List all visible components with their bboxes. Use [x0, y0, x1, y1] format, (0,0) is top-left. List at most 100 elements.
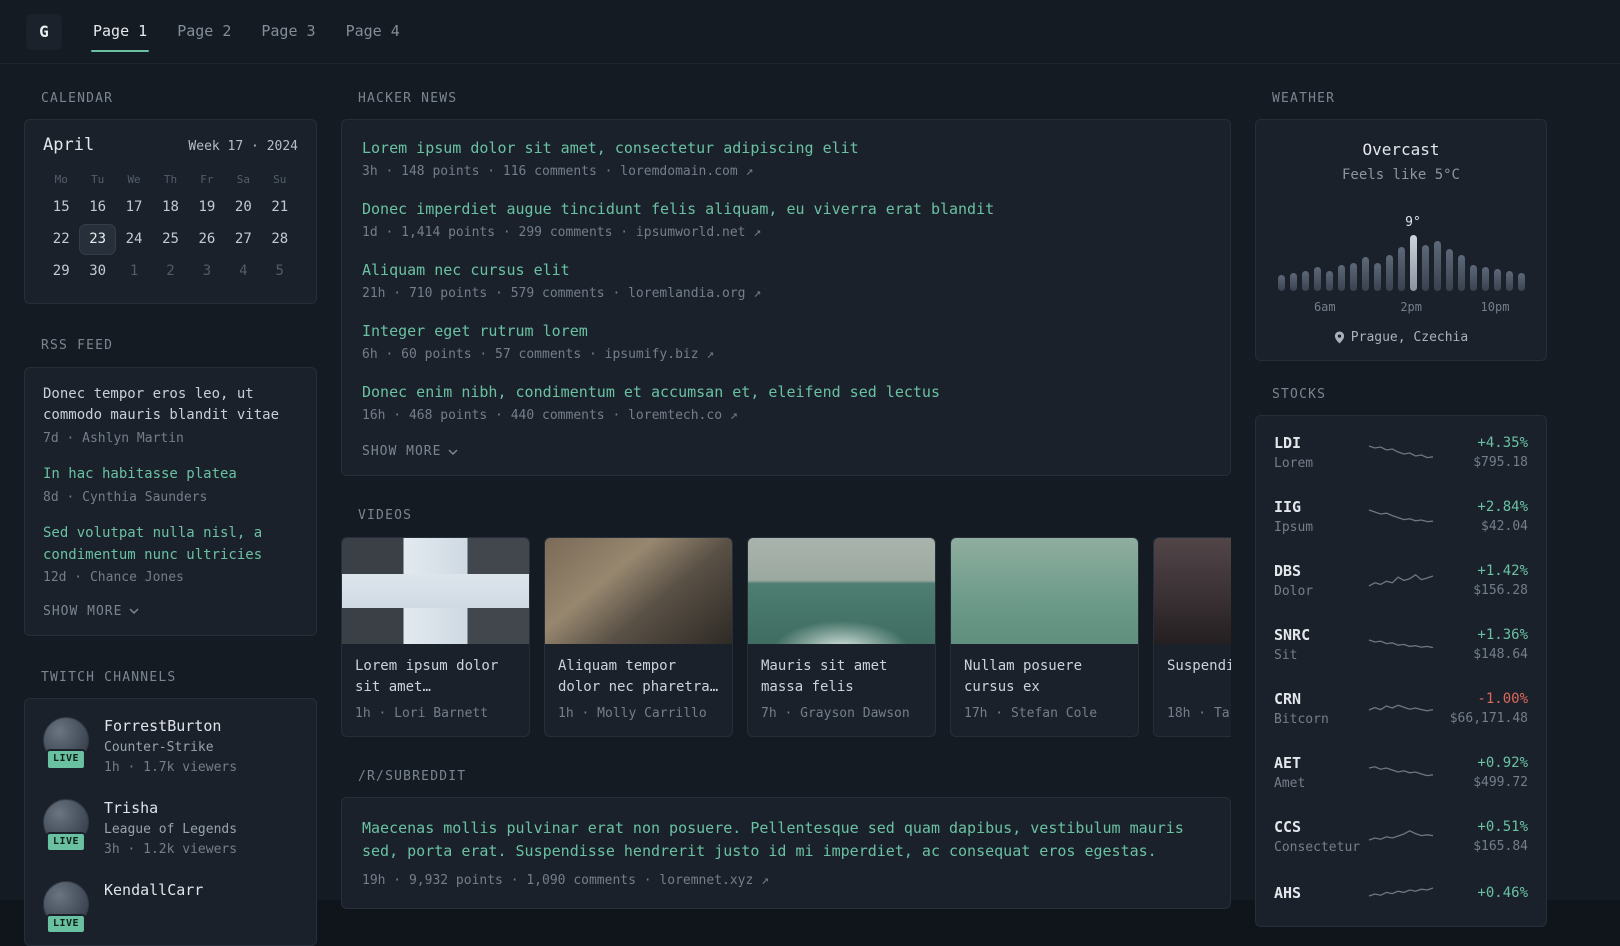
stock-id: LDI Lorem — [1274, 434, 1368, 472]
day-of-week-label: Fr — [200, 172, 214, 186]
rss-item-link[interactable]: Donec tempor eros leo, ut commodo mauris… — [43, 384, 298, 427]
stocks-section-title: STOCKS — [1272, 387, 1327, 402]
news-meta: 6h · 60 points · 57 comments · ipsumify.… — [362, 347, 715, 362]
calendar-day: 5 — [275, 263, 284, 279]
day-of-week-label: We — [127, 172, 141, 186]
stock-name: Sit — [1274, 648, 1298, 663]
video-thumbnail[interactable] — [748, 537, 935, 644]
news-title-link[interactable]: Integer eget rutrum lorem — [362, 322, 1210, 341]
weather-hour-bar — [1373, 262, 1381, 291]
video-thumbnail[interactable] — [342, 537, 529, 644]
stock-price: $42.04 — [1481, 519, 1528, 535]
stock-row[interactable]: AET Amet +0.92% $499.72 — [1272, 741, 1530, 805]
rss-item-link[interactable]: In hac habitasse platea — [43, 464, 298, 486]
calendar-day: 24 — [125, 231, 143, 247]
twitch-channel[interactable]: LIVE ForrestBurton Counter-Strike 1h · 1… — [43, 716, 298, 776]
calendar-widget: April Week 17 · 2024 Mo Tu We Th Fr Sa Su 15 16… — [24, 119, 317, 305]
app-logo[interactable]: G — [26, 13, 62, 50]
stock-row[interactable]: CRN Bitcorn -1.00% $66,171.48 — [1272, 677, 1530, 741]
subreddit-section: /R/SUBREDDIT Maecenas mollis pulvinar er… — [341, 769, 1231, 909]
video-thumbnail[interactable] — [951, 537, 1138, 644]
hacker-news-section-title: HACKER NEWS — [358, 91, 458, 106]
stock-price: $499.72 — [1473, 775, 1528, 791]
weather-hour-bar — [1433, 240, 1441, 291]
calendar-day: 3 — [202, 263, 212, 279]
weather-hour-bar — [1361, 256, 1369, 291]
stock-row[interactable]: CCS Consectetur +0.51% $165.84 — [1272, 805, 1530, 869]
video-thumbnail[interactable] — [1154, 537, 1231, 644]
hacker-news-list: Lorem ipsum dolor sit amet, consectetur … — [362, 139, 1210, 424]
video-card[interactable]: Aliquam tempor dolor nec pharetra… 1h · … — [544, 536, 733, 737]
rss-show-more-button[interactable]: SHOW MORE — [43, 604, 139, 619]
twitch-channel[interactable]: LIVE Trisha League of Legends 3h · 1.2k … — [43, 799, 298, 858]
calendar-day: 25 — [162, 231, 179, 247]
videos-section: VIDEOS Lorem ipsum dolor sit amet consec… — [341, 508, 1231, 737]
video-card[interactable]: Mauris sit amet massa felis 7h · Grayson… — [747, 536, 936, 737]
stock-row[interactable]: AHS +0.46% — [1272, 869, 1530, 921]
rss-item-link[interactable]: Sed volutpat nulla nisl, a condimentum n… — [43, 523, 298, 566]
stock-values: +4.35% $795.18 — [1434, 435, 1528, 472]
stock-change: +4.35% — [1477, 434, 1528, 451]
page-tab[interactable]: Page 3 — [246, 0, 330, 63]
video-thumbnail[interactable] — [545, 537, 732, 644]
page-tab[interactable]: Page 4 — [331, 0, 415, 63]
live-badge: LIVE — [45, 749, 87, 770]
rss-item: In hac habitasse platea 8d · Cynthia Sau… — [43, 464, 298, 506]
stock-values: +1.42% $156.28 — [1434, 563, 1528, 600]
live-badge: LIVE — [45, 913, 87, 935]
stocks-section: STOCKS LDI Lorem +4.35% $795.18 IIG Ipsu… — [1255, 387, 1547, 928]
stock-sparkline — [1368, 568, 1434, 594]
stock-name: Lorem — [1274, 456, 1314, 471]
sparkline-svg — [1368, 445, 1434, 459]
video-title[interactable]: Mauris sit amet massa felis — [761, 656, 922, 698]
stock-sparkline — [1368, 504, 1434, 530]
news-title-link[interactable]: Aliquam nec cursus elit — [362, 261, 1210, 280]
video-title[interactable]: Suspendisse diam — [1167, 656, 1231, 698]
news-title-link[interactable]: Donec imperdiet augue tincidunt felis al… — [362, 200, 1210, 219]
news-meta: 16h · 468 points · 440 comments · loremt… — [362, 408, 738, 423]
dashboard: CALENDAR April Week 17 · 2024 Mo Tu We Th Fr… — [0, 64, 1620, 946]
chevron-down-icon — [129, 608, 139, 615]
stock-values: +0.51% $165.84 — [1434, 819, 1528, 856]
news-title-link[interactable]: Lorem ipsum dolor sit amet, consectetur … — [362, 139, 1210, 158]
chevron-down-icon — [448, 449, 458, 455]
right-column: WEATHER Overcast Feels like 5°C 9° 6am 2p… — [1255, 91, 1547, 928]
page-tab[interactable]: Page 1 — [78, 0, 162, 63]
stock-row[interactable]: SNRC Sit +1.36% $148.64 — [1272, 613, 1530, 677]
weather-hour-bar — [1469, 264, 1477, 291]
channel-avatar-wrap: LIVE — [43, 881, 89, 935]
page-tab[interactable]: Page 2 — [162, 0, 246, 63]
video-card[interactable]: Lorem ipsum dolor sit amet consectetu… 1… — [341, 536, 530, 737]
rss-show-more-label: SHOW MORE — [43, 603, 123, 619]
twitch-channel[interactable]: LIVE KendallCarr — [43, 881, 298, 935]
day-of-week-label: Th — [163, 172, 178, 186]
subreddit-post-link[interactable]: Maecenas mollis pulvinar erat non posuer… — [362, 817, 1210, 864]
stock-row[interactable]: LDI Lorem +4.35% $795.18 — [1272, 421, 1530, 485]
twitch-section-title: TWITCH CHANNELS — [41, 669, 177, 685]
stock-row[interactable]: IIG Ipsum +2.84% $42.04 — [1272, 485, 1530, 549]
video-info: Mauris sit amet massa felis 7h · Grayson… — [748, 644, 935, 736]
calendar-day: 29 — [52, 263, 70, 279]
subreddit-section-title: /R/SUBREDDIT — [358, 768, 467, 784]
channel-name: KendallCarr — [104, 881, 204, 900]
weather-widget: Overcast Feels like 5°C 9° 6am 2pm 10pm Pr… — [1255, 119, 1547, 361]
page-tab-label: Page 3 — [261, 22, 316, 41]
video-title[interactable]: Nullam posuere cursus ex — [964, 656, 1125, 698]
stock-values: +0.92% $499.72 — [1434, 755, 1528, 792]
stock-sparkline — [1368, 760, 1434, 786]
news-title-link[interactable]: Donec enim nibh, condimentum et accumsan… — [362, 383, 1210, 402]
videos-section-title: VIDEOS — [358, 508, 413, 524]
stock-name: Ipsum — [1274, 520, 1314, 535]
weather-hour-bar — [1517, 272, 1525, 291]
channel-avatar-wrap: LIVE — [43, 799, 89, 853]
video-card[interactable]: Nullam posuere cursus ex 17h · Stefan Co… — [950, 536, 1139, 737]
sparkline-svg — [1368, 830, 1434, 841]
video-title[interactable]: Aliquam tempor dolor nec pharetra… — [558, 656, 719, 698]
video-title[interactable]: Lorem ipsum dolor sit amet consectetu… — [355, 656, 516, 698]
video-meta: 1h · Lori Barnett — [355, 705, 489, 721]
stock-row[interactable]: DBS Dolor +1.42% $156.28 — [1272, 549, 1530, 613]
stock-price: $156.28 — [1473, 583, 1528, 599]
video-meta: 18h · Tara — [1167, 705, 1231, 721]
video-card[interactable]: Suspendisse diam 18h · Tara — [1153, 536, 1231, 737]
hacker-news-show-more-button[interactable]: SHOW MORE — [362, 444, 458, 459]
